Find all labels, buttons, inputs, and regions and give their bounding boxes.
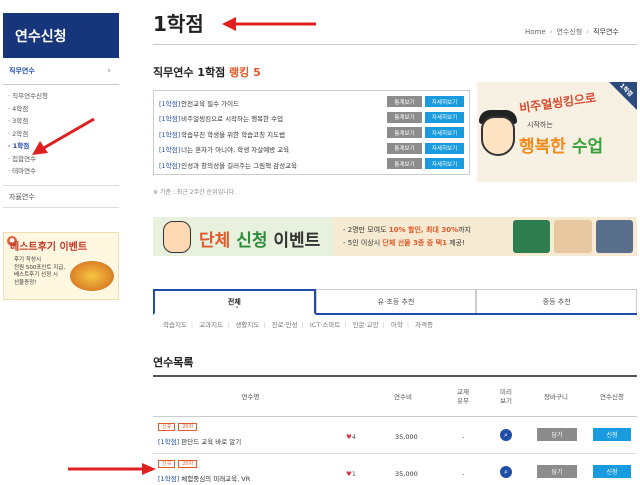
- ranking-note: ※ 기준 : 최근 2주간 순위입니다.: [153, 189, 237, 196]
- review-event-title: 베스트후기 이벤트: [10, 242, 88, 253]
- subcat-link[interactable]: 생활지도: [235, 321, 259, 329]
- like-count[interactable]: ♥1: [346, 470, 356, 478]
- sidebar-item-theme[interactable]: · 테마연수: [8, 165, 36, 178]
- ranking-row[interactable]: [1학점] 인성과 창의성을 길러주는 그림책 감성교육 통계보기 자세히보기: [159, 158, 464, 171]
- tab-all[interactable]: 전체 ⌄: [153, 289, 316, 315]
- table-header: 연수명 연수비 교재 유무 미리 보기 장바구니 연수신청: [153, 377, 637, 417]
- group-event-title: 단체 신청 이벤트: [199, 231, 321, 251]
- ranking-title: 직무연수 1학점 랭킹 5: [153, 66, 261, 79]
- gift-snack-image: [554, 220, 592, 253]
- sidebar-category-label: 직무연수: [9, 67, 35, 75]
- col-apply: 연수신청: [600, 392, 624, 401]
- textbook-status: -: [462, 433, 465, 441]
- banner-line3: 행복한 수업: [519, 137, 604, 157]
- textbook-status: -: [462, 470, 465, 478]
- breadcrumb-apply[interactable]: 연수신청: [556, 28, 582, 36]
- preview-search-icon[interactable]: ⌕: [500, 466, 512, 478]
- stats-button[interactable]: 통계보기: [387, 111, 422, 123]
- character-illustration: [163, 221, 191, 253]
- detail-button[interactable]: 자세히보기: [425, 111, 464, 123]
- chevron-right-icon: ›: [107, 66, 111, 76]
- subcat-link[interactable]: 학습지도: [163, 321, 187, 329]
- detail-button[interactable]: 자세히보기: [425, 127, 464, 138]
- sidebar-item-1credit[interactable]: · 1학점: [8, 140, 29, 153]
- apply-button[interactable]: 신청: [593, 465, 631, 478]
- chevron-right-icon: ›: [549, 28, 553, 36]
- subcat-link[interactable]: ICT·스마트: [310, 321, 340, 329]
- like-count[interactable]: ♥4: [346, 433, 356, 441]
- gift-products: [513, 220, 633, 253]
- sidebar-item-apply[interactable]: · 직무연수신청: [8, 90, 48, 103]
- chevron-right-icon: ›: [586, 28, 590, 36]
- review-event-text: 후기 작성시 전원 500포인트 지급, 베스트후기 선정 시 선물증정!: [14, 257, 66, 286]
- visual-thinking-banner[interactable]: 1학점 비주얼씽킹으로 시작하는 행복한 수업: [477, 82, 637, 182]
- gift-coffee-image: [513, 220, 551, 253]
- sidebar-item-4credit[interactable]: · 4학점: [8, 103, 28, 116]
- col-preview: 미리 보기: [500, 388, 512, 405]
- stats-button[interactable]: 통계보기: [387, 142, 422, 154]
- add-cart-button[interactable]: 담기: [537, 428, 577, 441]
- course-list-title: 연수목록: [153, 356, 194, 369]
- subcat-link[interactable]: 교과지도: [199, 321, 223, 329]
- ranking-row[interactable]: [1학점] 안전교육 필수 가이드 통계보기 자세히보기: [159, 96, 464, 109]
- course-fee: 35,000: [395, 433, 418, 441]
- subcat-link[interactable]: 자격증: [415, 321, 433, 329]
- preview-search-icon[interactable]: ⌕: [500, 429, 512, 441]
- annotation-arrow-row: [68, 463, 156, 475]
- course-name-link[interactable]: [1학점] 체험중심의 미래교육, VR: [158, 473, 250, 483]
- ranking-row[interactable]: [1학점] 너는 혼자가 아니야, 학생 자살예방 교육 통계보기 자세히보기: [159, 142, 464, 156]
- course-name-link[interactable]: [1학점] 판단드 교육 바로 알기: [158, 436, 241, 446]
- course-table: 연수명 연수비 교재 유무 미리 보기 장바구니 연수신청 신규 20차 [1학점…: [153, 375, 637, 485]
- col-name: 연수명: [241, 392, 260, 401]
- breadcrumb-home[interactable]: Home: [525, 28, 546, 36]
- detail-button[interactable]: 자세히보기: [425, 96, 464, 107]
- subcat-link[interactable]: 인문·교양: [353, 321, 379, 329]
- stats-button[interactable]: 통계보기: [387, 127, 422, 138]
- character-face: [481, 116, 515, 156]
- detail-button[interactable]: 자세히보기: [425, 142, 464, 154]
- page-title: 1학점: [153, 12, 204, 36]
- detail-button[interactable]: 자세히보기: [425, 158, 464, 169]
- add-cart-button[interactable]: 담기: [537, 465, 577, 478]
- tab-elementary[interactable]: 유·초등 추천: [315, 289, 477, 313]
- annotation-arrow-title: [222, 17, 316, 31]
- chevron-down-icon: ⌄: [234, 303, 240, 310]
- ranking-row[interactable]: [1학점] 비주얼씽킹으로 시작하는 행복한 수업 통계보기 자세히보기: [159, 111, 464, 125]
- col-cart: 장바구니: [544, 392, 568, 401]
- sidebar-item-3credit[interactable]: · 3학점: [8, 115, 28, 128]
- sidebar-item-self[interactable]: 자율연수: [3, 185, 119, 208]
- course-fee: 35,000: [395, 470, 418, 478]
- sidebar-title: 연수신청: [3, 13, 119, 58]
- stats-button[interactable]: 통계보기: [387, 96, 422, 107]
- breadcrumb: Home › 연수신청 › 직무연수: [525, 27, 619, 37]
- subcat-link[interactable]: 어학: [391, 321, 403, 329]
- course-badges: 신규 20차: [158, 460, 198, 468]
- apply-button[interactable]: 신청: [593, 428, 631, 441]
- sidebar-category-jikmu[interactable]: 직무연수 ›: [3, 58, 119, 85]
- course-badges: 신규 20차: [158, 423, 198, 431]
- review-event-banner[interactable]: ● 베스트후기 이벤트 후기 작성시 전원 500포인트 지급, 베스트후기 선…: [3, 232, 119, 300]
- table-row: 신규 20차 [1학점] 판단드 교육 바로 알기 ♥4 35,000 - ⌕ 담…: [153, 417, 637, 454]
- stats-button[interactable]: 통계보기: [387, 158, 422, 169]
- group-event-banner[interactable]: 단체 신청 이벤트 - 2명만 모여도 10% 할인, 최대 30%까지 - 5…: [153, 217, 637, 256]
- pizza-image: [70, 261, 114, 291]
- col-fee: 연수비: [394, 392, 412, 401]
- subcat-link[interactable]: 진로·인성: [272, 321, 298, 329]
- annotation-arrow-sidebar: [32, 117, 95, 155]
- sidebar-item-2credit[interactable]: · 2학점: [8, 128, 28, 141]
- subcategory-links: 학습지도 | 교과지도 | 생활지도 | 진로·인성 | ICT·스마트 | 인문·교양 |…: [163, 321, 434, 329]
- breadcrumb-current[interactable]: 직무연수: [593, 28, 619, 36]
- gift-device-image: [595, 220, 633, 253]
- ranking-row[interactable]: [1학점] 학습부진 학생을 위한 학습코칭 지도법 통계보기 자세히보기: [159, 127, 464, 140]
- group-event-desc: - 2명만 모여도 10% 할인, 최대 30%까지 - 5인 이상시 단체 선…: [343, 226, 471, 247]
- title-divider: [153, 44, 637, 45]
- banner-line1: 비주얼씽킹으로: [518, 90, 597, 116]
- recommend-tabs: 전체 ⌄ 유·초등 추천 중등 추천: [153, 289, 638, 315]
- table-row: 신규 20차 [1학점] 체험중심의 미래교육, VR ♥1 35,000 - ⌕…: [153, 454, 637, 485]
- tab-secondary[interactable]: 중등 추천: [476, 289, 638, 313]
- col-textbook: 교재 유무: [457, 388, 469, 405]
- ranking-list: [1학점] 안전교육 필수 가이드 통계보기 자세히보기 [1학점] 비주얼씽킹으로 …: [153, 90, 470, 175]
- banner-line2: 시작하는: [527, 121, 553, 129]
